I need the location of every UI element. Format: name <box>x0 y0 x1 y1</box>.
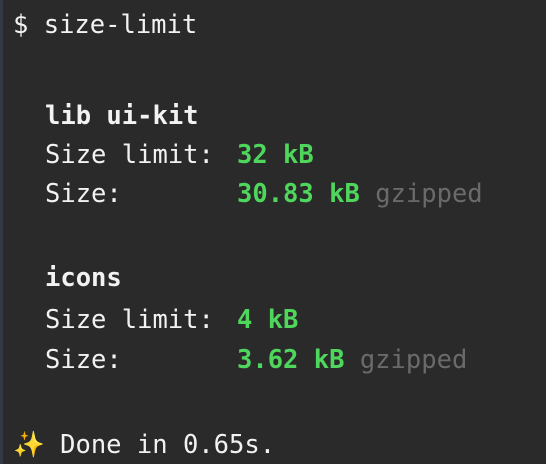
gzipped-label: gzipped <box>359 345 468 375</box>
size-limit-row: Size limit: 4 kB <box>45 305 298 335</box>
window-edge <box>0 0 3 464</box>
done-line: ✨ Done in 0.65s. <box>13 430 275 460</box>
gzipped-label: gzipped <box>375 179 483 209</box>
size-value: 30.83 kB <box>237 179 360 209</box>
size-limit-value: 32 kB <box>237 140 314 170</box>
size-limit-row: Size limit: 32 kB <box>45 140 314 170</box>
package-name: icons <box>45 263 122 293</box>
sparkles-icon: ✨ <box>13 430 45 460</box>
size-limit-label: Size limit: <box>45 305 214 335</box>
size-row: Size: 30.83 kB gzipped <box>45 179 483 209</box>
size-label: Size: <box>45 345 122 375</box>
done-text: Done in 0.65s. <box>60 430 276 460</box>
package-name: lib ui-kit <box>45 101 199 131</box>
size-row: Size: 3.62 kB gzipped <box>45 345 467 375</box>
command-line: $ size-limit <box>13 10 197 40</box>
prompt: $ <box>13 10 29 40</box>
command-text: size-limit <box>43 10 198 40</box>
size-limit-value: 4 kB <box>237 305 299 335</box>
size-limit-label: Size limit: <box>45 140 214 170</box>
size-label: Size: <box>45 179 122 209</box>
size-value: 3.62 kB <box>237 345 345 375</box>
